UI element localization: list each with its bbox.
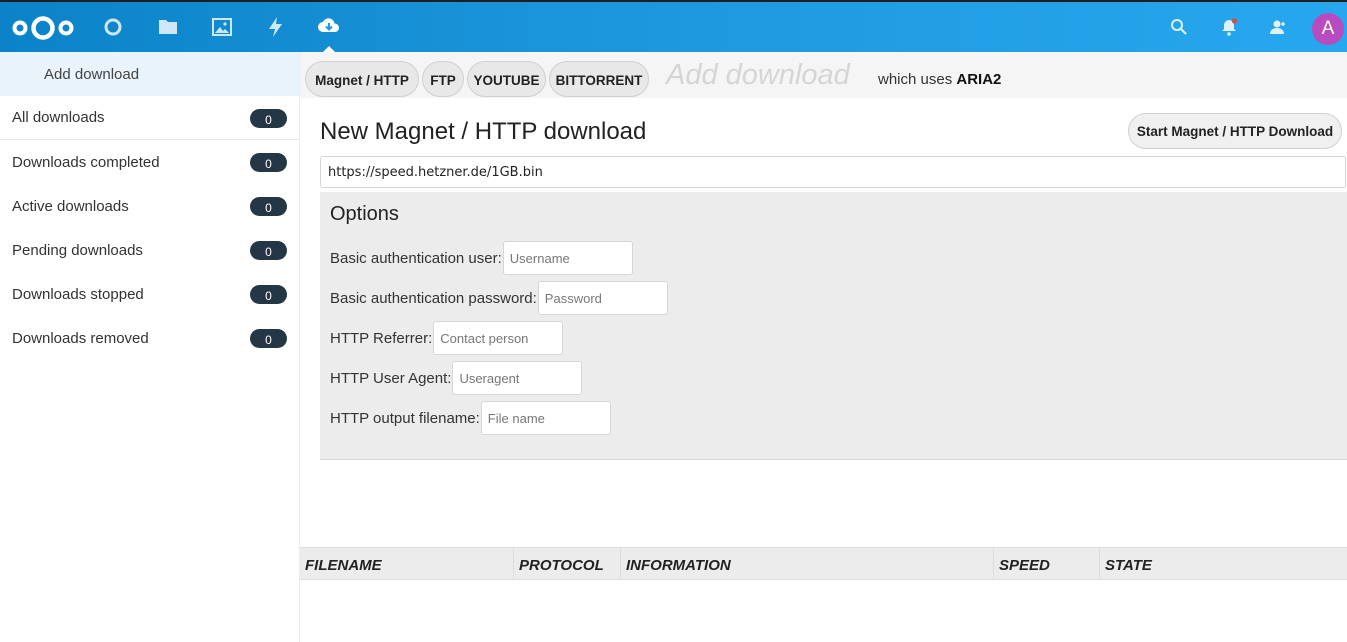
sidebar-item-downloads-completed[interactable]: Downloads completed 0 [0,140,299,184]
sidebar-item-label: Downloads stopped [12,285,144,303]
download-type-tabs: Magnet / HTTP FTP YOUTUBE BITTORRENT Add… [300,52,1347,98]
notifications-icon[interactable] [1219,17,1239,37]
column-state[interactable]: STATE [1100,548,1347,579]
referrer-input[interactable]: Contact person [433,321,564,355]
tab-youtube[interactable]: YOUTUBE [467,61,546,97]
ncdownloader-icon[interactable] [317,15,341,39]
filename-input[interactable]: File name [480,401,611,435]
downloads-table-header: FILENAME PROTOCOL INFORMATION SPEED STAT… [300,547,1347,580]
sidebar: Add download All downloads 0 Downloads c… [0,52,300,642]
column-speed[interactable]: SPEED [994,548,1100,579]
column-protocol[interactable]: PROTOCOL [514,548,621,579]
options-title: Options [330,203,399,225]
options-panel: Options Basic authentication user: Usern… [320,192,1347,460]
sidebar-add-download[interactable]: Add download [0,52,299,96]
option-http-referrer: HTTP Referrer: Contact person [330,321,564,355]
engine-prefix: which uses [878,71,953,88]
column-information[interactable]: INFORMATION [621,548,994,579]
dashboard-icon[interactable] [101,15,125,39]
engine-name: ARIA2 [956,71,1002,88]
sidebar-item-label: All downloads [12,109,105,126]
option-label: HTTP output filename: [330,409,480,427]
option-basic-auth-password: Basic authentication password: Password [330,281,668,315]
option-basic-auth-user: Basic authentication user: Username [330,241,633,275]
photos-icon[interactable] [210,15,234,39]
password-input[interactable]: Password [537,281,668,315]
option-http-output-filename: HTTP output filename: File name [330,401,611,435]
contacts-icon[interactable] [1268,17,1288,37]
sidebar-item-active-downloads[interactable]: Active downloads 0 [0,184,299,228]
option-label: HTTP Referrer: [330,329,433,347]
user-avatar[interactable]: A [1312,13,1344,45]
activity-icon[interactable] [264,15,288,39]
nextcloud-logo-icon[interactable] [12,14,74,42]
files-icon[interactable] [156,15,180,39]
option-http-user-agent: HTTP User Agent: Useragent [330,361,583,395]
count-badge: 0 [250,197,287,216]
option-label: Basic authentication user: [330,249,502,267]
sidebar-item-downloads-removed[interactable]: Downloads removed 0 [0,316,299,360]
sidebar-item-label: Active downloads [12,197,129,215]
tab-bittorrent[interactable]: BITTORRENT [549,61,649,97]
sidebar-item-label: Pending downloads [12,241,143,259]
sidebar-item-label: Downloads removed [12,329,149,347]
count-badge: 0 [250,241,287,260]
page-title: New Magnet / HTTP download [320,118,647,145]
count-badge: 0 [250,285,287,304]
count-badge: 0 [250,329,287,348]
option-label: Basic authentication password: [330,289,537,307]
username-input[interactable]: Username [502,241,633,275]
count-badge: 0 [250,109,287,128]
sidebar-item-pending-downloads[interactable]: Pending downloads 0 [0,228,299,272]
sidebar-item-downloads-stopped[interactable]: Downloads stopped 0 [0,272,299,316]
url-input[interactable]: https://speed.hetzner.de/1GB.bin [320,156,1346,188]
option-label: HTTP User Agent: [330,369,452,387]
sidebar-item-label: Downloads completed [12,153,160,171]
count-badge: 0 [250,153,287,172]
engine-info: which uses ARIA2 [878,71,1001,88]
add-download-heading: Add download [666,59,850,91]
sidebar-item-all-downloads[interactable]: All downloads 0 [0,96,299,140]
top-header: A [0,0,1347,53]
tab-ftp[interactable]: FTP [422,61,464,97]
search-icon[interactable] [1169,17,1189,37]
useragent-input[interactable]: Useragent [452,361,583,395]
start-download-button[interactable]: Start Magnet / HTTP Download [1128,113,1342,149]
column-filename[interactable]: FILENAME [300,548,514,579]
tab-magnet-http[interactable]: Magnet / HTTP [305,61,419,97]
